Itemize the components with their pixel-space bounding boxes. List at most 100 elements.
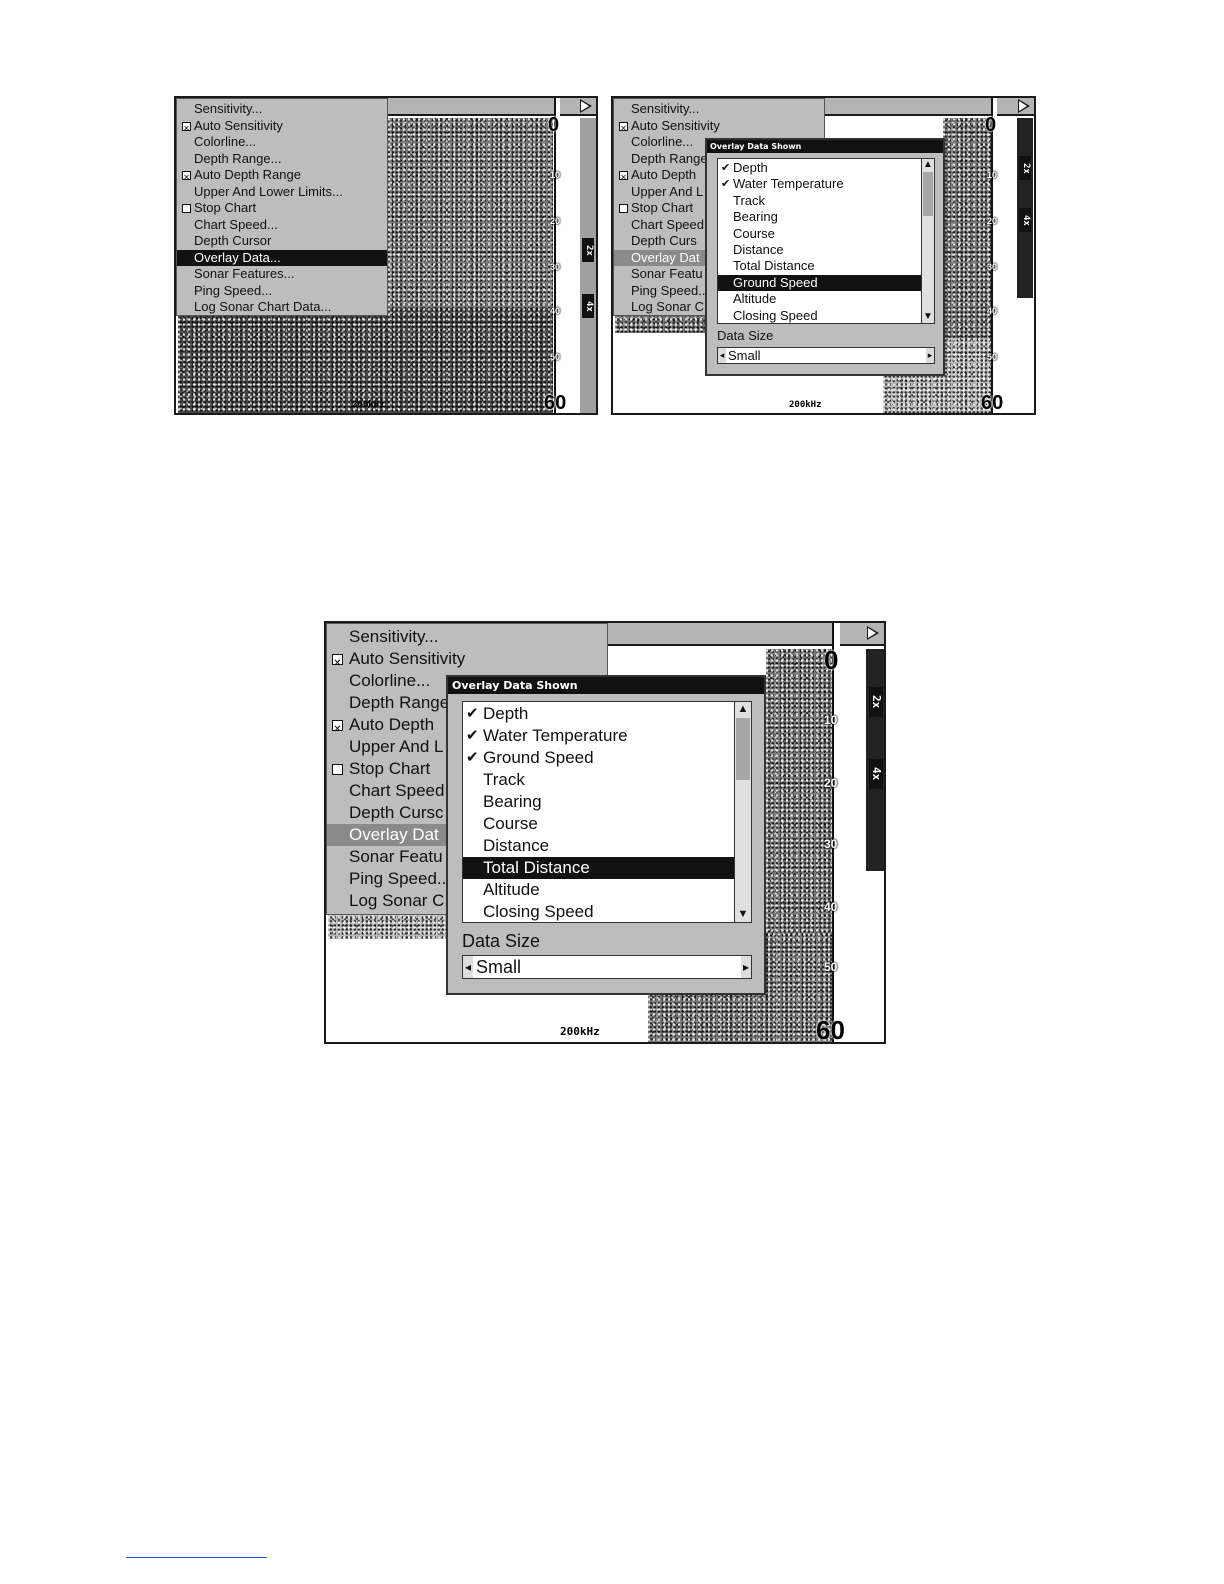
menu-item[interactable]: Auto Sensitivity — [177, 117, 387, 137]
menu-item-label: Upper And L — [349, 737, 444, 756]
x-checkbox-icon[interactable] — [332, 719, 343, 741]
overlay-list-item[interactable]: ✔ Depth — [718, 160, 922, 176]
overlay-item-label: Altitude — [733, 291, 777, 307]
menu-item[interactable]: Sensitivity... — [177, 101, 387, 118]
left-arrow-icon[interactable]: ◂ — [463, 956, 473, 978]
menu-item[interactable]: Depth Range... — [177, 151, 387, 168]
x-checkbox-icon[interactable] — [182, 121, 191, 137]
play-triangle-icon[interactable] — [1018, 99, 1030, 113]
scale-label-10: 10 — [550, 170, 561, 180]
x-checkbox-icon[interactable] — [619, 170, 628, 187]
data-size-selector[interactable]: ◂ Small ▸ — [462, 955, 752, 979]
overlay-list-item[interactable]: Ground Speed — [718, 274, 922, 292]
scroll-down-arrow-icon[interactable]: ▼ — [922, 312, 934, 322]
menu-item-label: Auto Sensitivity — [194, 117, 283, 133]
overlay-list-item[interactable]: Track — [718, 193, 922, 209]
menu-item-label: Ping Speed... — [194, 282, 273, 298]
overlay-list-item[interactable]: ✔ Ground Speed — [463, 747, 735, 769]
scroll-thumb[interactable] — [736, 718, 750, 780]
zoom-4x-badge[interactable]: 4x — [582, 294, 594, 318]
overlay-list-item[interactable]: ✔ Water Temperature — [463, 725, 735, 747]
checkbox-icon[interactable] — [619, 204, 628, 213]
menu-item-label: Chart Speed — [349, 781, 445, 800]
zoom-2x-badge[interactable]: 2x — [869, 687, 883, 717]
menu-item-label: Colorline... — [349, 671, 431, 690]
zoom-4x-badge[interactable]: 4x — [869, 759, 883, 789]
scroll-up-arrow-icon[interactable]: ▲ — [735, 704, 751, 715]
overlay-item-label: Ground Speed — [733, 274, 818, 290]
depth-top-label: 0 — [985, 114, 997, 136]
overlay-list-item[interactable]: Track — [463, 769, 735, 791]
menu-item-label: Auto Depth — [349, 715, 435, 734]
menu-item[interactable]: Auto Sensitivity — [614, 117, 824, 137]
right-arrow-icon[interactable]: ▸ — [926, 348, 934, 363]
menu-item-label: Auto Depth — [631, 167, 697, 182]
scale-label-50: 50 — [987, 352, 998, 362]
menu-item-label: Sensitivity... — [631, 101, 700, 116]
overlay-list-item[interactable]: Altitude — [718, 291, 922, 307]
scale-label-30: 30 — [550, 262, 561, 272]
overlay-data-list[interactable]: ✔ Depth ✔ Water Temperature Track Bearing Cour… — [717, 158, 935, 324]
zoom-4x-badge[interactable]: 4x — [1019, 208, 1031, 232]
overlay-list-item[interactable]: Total Distance — [463, 857, 735, 879]
menu-item[interactable]: Stop Chart — [177, 200, 387, 217]
menu-item[interactable]: Chart Speed... — [177, 217, 387, 234]
scroll-up-arrow-icon[interactable]: ▲ — [922, 160, 934, 170]
menu-item-label: Stop Chart — [349, 759, 431, 778]
overlay-list-item[interactable]: Course — [718, 226, 922, 242]
x-checkbox-icon[interactable] — [332, 653, 343, 675]
depth-top-label: 0 — [824, 645, 839, 675]
menu-item[interactable]: Log Sonar Chart Data... — [177, 299, 387, 316]
chart-strip — [615, 313, 705, 333]
title-bar — [823, 98, 1034, 116]
menu-item[interactable]: Auto Sensitivity — [327, 648, 607, 675]
right-arrow-icon[interactable]: ▸ — [741, 956, 751, 978]
overlay-list-item[interactable]: Closing Speed — [463, 901, 735, 922]
overlay-list-item[interactable]: Bearing — [463, 791, 735, 813]
menu-item[interactable]: Colorline... — [177, 134, 387, 151]
menu-item[interactable]: Upper And Lower Limits... — [177, 184, 387, 201]
play-triangle-icon[interactable] — [580, 99, 592, 113]
overlay-list-item[interactable]: Distance — [463, 835, 735, 857]
menu-item[interactable]: Depth Cursor — [177, 233, 387, 250]
menu-item-label: Depth Range... — [194, 150, 282, 166]
menu-item-label: Log Sonar Chart Data... — [194, 299, 332, 314]
overlay-list-item[interactable]: Distance — [718, 242, 922, 258]
overlay-list-item[interactable]: Total Distance — [718, 258, 922, 274]
overlay-list-item[interactable]: Course — [463, 813, 735, 835]
menu-item[interactable]: Sensitivity... — [614, 101, 824, 118]
checkbox-icon[interactable] — [182, 204, 191, 213]
zoom-2x-badge[interactable]: 2x — [1019, 156, 1031, 180]
data-size-selector[interactable]: ◂ Small ▸ — [717, 347, 935, 364]
x-checkbox-icon[interactable] — [182, 170, 191, 187]
menu-item[interactable]: Auto Depth Range — [177, 167, 387, 187]
x-checkbox-icon[interactable] — [619, 121, 628, 137]
menu-item[interactable]: Ping Speed... — [177, 283, 387, 300]
overlay-item-label: Distance — [733, 241, 784, 257]
scroll-down-arrow-icon[interactable]: ▼ — [735, 909, 751, 920]
list-scrollbar[interactable]: ▲ ▼ — [921, 159, 934, 323]
play-triangle-icon[interactable] — [867, 626, 879, 640]
menu-item[interactable]: Sensitivity... — [327, 626, 607, 648]
menu-item-label: Log Sonar C — [631, 299, 704, 314]
zoom-2x-badge[interactable]: 2x — [582, 238, 594, 262]
overlay-item-label: Course — [733, 225, 775, 241]
checkbox-icon[interactable] — [332, 764, 343, 775]
menu-item-label: Stop Chart — [194, 200, 257, 215]
overlay-list-item[interactable]: Closing Speed — [718, 308, 922, 323]
menu-item[interactable]: Sonar Features... — [177, 266, 387, 283]
list-scrollbar[interactable]: ▲ ▼ — [734, 702, 751, 922]
scroll-thumb[interactable] — [923, 172, 933, 216]
overlay-data-list[interactable]: ✔ Depth ✔ Water Temperature ✔ Ground Speed Tra… — [462, 701, 752, 923]
overlay-list-item[interactable]: Altitude — [463, 879, 735, 901]
scale-label-30: 30 — [824, 837, 838, 851]
menu-item[interactable]: Overlay Data... — [177, 249, 387, 266]
overlay-list-item[interactable]: ✔ Depth — [463, 703, 735, 725]
left-arrow-icon[interactable]: ◂ — [718, 348, 726, 363]
overlay-list-item[interactable]: ✔ Water Temperature — [718, 176, 922, 192]
scale-label-50: 50 — [824, 960, 838, 974]
sonar-screen-1: 0 10 20 30 40 50 60 200kHz 2x 4x Sensiti… — [174, 96, 598, 415]
menu-item-label: Auto Sensitivity — [631, 117, 720, 133]
check-mark-icon: ✔ — [466, 727, 479, 744]
overlay-list-item[interactable]: Bearing — [718, 209, 922, 225]
